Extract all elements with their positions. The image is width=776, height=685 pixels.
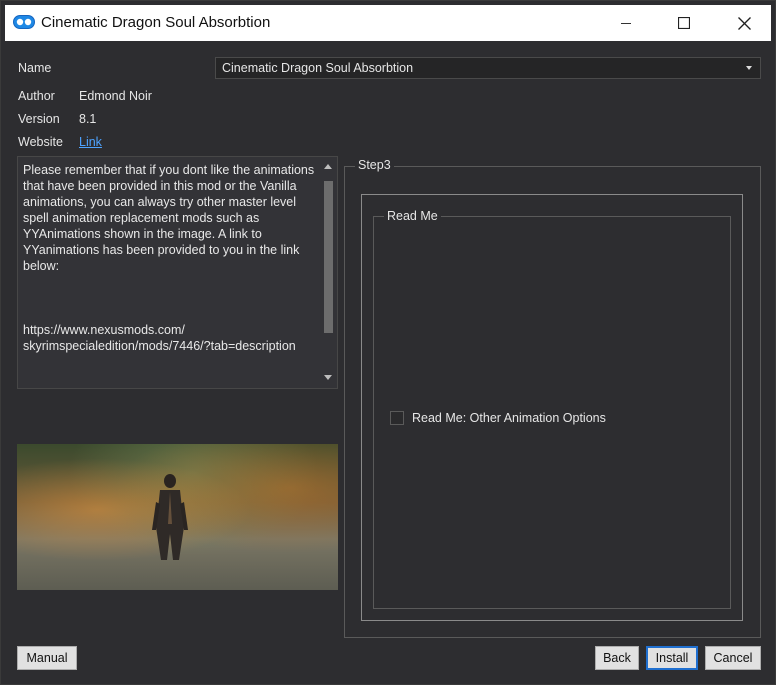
close-button[interactable]	[721, 5, 767, 41]
version-label: Version	[18, 112, 60, 126]
install-button[interactable]: Install	[646, 646, 698, 670]
name-dropdown-value: Cinematic Dragon Soul Absorbtion	[222, 61, 414, 75]
readme-group-title: Read Me	[384, 209, 441, 223]
scroll-down-icon[interactable]	[324, 375, 332, 380]
readme-option-checkbox[interactable]	[390, 411, 404, 425]
character-figure	[152, 474, 188, 560]
chevron-down-icon	[746, 66, 752, 70]
preview-image	[17, 444, 338, 590]
close-icon	[737, 16, 751, 30]
readme-option-label[interactable]: Read Me: Other Animation Options	[412, 411, 606, 425]
scroll-thumb[interactable]	[324, 181, 333, 333]
window-title: Cinematic Dragon Soul Absorbtion	[41, 14, 271, 31]
website-link[interactable]: Link	[79, 135, 102, 149]
version-value: 8.1	[79, 112, 97, 126]
author-value: Edmond Noir	[79, 89, 152, 103]
manual-button[interactable]: Manual	[17, 646, 77, 670]
title-bar: Cinematic Dragon Soul Absorbtion	[5, 5, 771, 41]
minimize-icon	[621, 23, 631, 24]
step-title: Step3	[355, 158, 394, 172]
maximize-icon	[678, 17, 690, 29]
cancel-button[interactable]: Cancel	[705, 646, 761, 670]
app-logo-icon	[13, 15, 35, 29]
description-text: Please remember that if you dont like th…	[23, 163, 315, 353]
author-label: Author	[18, 89, 55, 103]
minimize-button[interactable]	[603, 5, 649, 41]
back-button[interactable]: Back	[595, 646, 639, 670]
name-label: Name	[18, 61, 52, 75]
installer-window: Cinematic Dragon Soul Absorbtion Name Ci…	[0, 0, 776, 685]
description-scrollbar[interactable]	[320, 157, 337, 388]
description-textbox[interactable]: Please remember that if you dont like th…	[17, 156, 338, 389]
website-label: Website	[18, 135, 63, 149]
name-dropdown[interactable]: Cinematic Dragon Soul Absorbtion	[215, 57, 761, 79]
maximize-button[interactable]	[661, 5, 707, 41]
scroll-up-icon[interactable]	[324, 164, 332, 169]
